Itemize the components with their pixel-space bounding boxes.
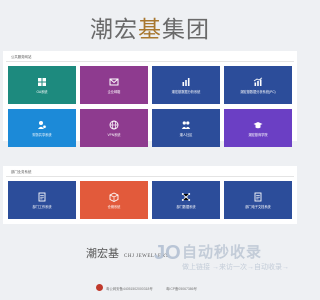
- app-tile[interactable]: 潮人社区: [152, 109, 220, 147]
- company-logo[interactable]: 潮宏基集团: [0, 10, 300, 44]
- watermark-name: 自动秒收录: [182, 244, 263, 261]
- chart-up-icon: [253, 76, 263, 86]
- people-icon: [181, 120, 191, 129]
- tile-label: 部门数据系统: [176, 204, 196, 209]
- app-tile[interactable]: 潮宏基商学院: [224, 109, 292, 147]
- watermark: JO 自动秒收录 做上链接 →来访一次→自动收录→: [154, 238, 296, 278]
- tile-label: 企业邮箱: [107, 89, 121, 94]
- app-tile[interactable]: 部门工作系统: [8, 181, 76, 219]
- document-icon: [254, 192, 262, 201]
- graduation-icon: [253, 121, 263, 128]
- app-tile[interactable]: 潮宏基数据分析系统: [152, 66, 220, 104]
- tile-label: 潮宏基数据分析系统(PC): [240, 89, 276, 94]
- mail-icon: [109, 78, 119, 85]
- tile-label: 潮宏基数据分析系统: [171, 89, 201, 94]
- logo-text-a: 潮宏: [90, 17, 138, 42]
- tile-label: 部门电子文档系统: [245, 204, 271, 209]
- tile-label: 仓储系统: [107, 204, 121, 209]
- section-title: 公共服务网站: [6, 51, 294, 62]
- tile-grid: OA系统 企业邮箱 潮宏基数据分析系统 潮宏基数据分析系统(PC) 财务共享系统 VPN系…: [8, 66, 292, 147]
- app-tile[interactable]: 潮宏基数据分析系统(PC): [224, 66, 292, 104]
- tile-grid: 部门工作系统 仓储系统 部门数据系统 部门电子文档系统: [8, 181, 292, 219]
- app-tile[interactable]: 部门数据系统: [152, 181, 220, 219]
- tile-label: OA系统: [36, 89, 48, 94]
- watermark-sub: 做上链接 →来访一次→自动收录→: [182, 264, 289, 271]
- police-badge-icon: [96, 284, 103, 291]
- logo-text-b: 集团: [162, 17, 210, 42]
- app-tile[interactable]: VPN系统: [80, 109, 148, 147]
- tile-label: 财务共享系统: [32, 132, 52, 137]
- grid-icon: [38, 77, 46, 86]
- icp-link[interactable]: 粤ICP备05067386号: [166, 286, 197, 291]
- tile-label: VPN系统: [107, 132, 121, 137]
- watermark-logo: JO: [154, 242, 181, 264]
- tile-label: 潮宏基商学院: [248, 132, 268, 137]
- user-money-icon: [38, 120, 47, 129]
- section-title: 部门业务系统: [6, 166, 294, 177]
- document-icon: [38, 192, 46, 201]
- globe-icon: [109, 120, 119, 129]
- network-icon: [181, 192, 191, 201]
- box-icon: [109, 191, 119, 202]
- logo-text-accent: 基: [138, 17, 162, 42]
- app-tile[interactable]: OA系统: [8, 66, 76, 104]
- public-security-link[interactable]: 粤公网安备44051502000318号: [106, 286, 153, 291]
- chart-icon: [182, 77, 190, 86]
- app-tile[interactable]: 仓储系统: [80, 181, 148, 219]
- tile-label: 部门工作系统: [32, 204, 52, 209]
- footer: 粤公网安备44051502000318号 粤ICP备05067386号: [0, 283, 300, 293]
- tile-label: 潮人社区: [179, 132, 193, 137]
- app-tile[interactable]: 企业邮箱: [80, 66, 148, 104]
- footer-logo-cn: 潮宏基: [86, 248, 119, 260]
- public-services-panel: 公共服务网站 OA系统 企业邮箱 潮宏基数据分析系统 潮宏基数据分析系统(PC) 财务共…: [3, 51, 297, 147]
- app-tile[interactable]: 部门电子文档系统: [224, 181, 292, 219]
- header: 潮宏基集团: [0, 0, 300, 50]
- app-tile[interactable]: 财务共享系统: [8, 109, 76, 147]
- department-systems-panel: 部门业务系统 部门工作系统 仓储系统 部门数据系统 部门电子文档系统: [3, 166, 297, 224]
